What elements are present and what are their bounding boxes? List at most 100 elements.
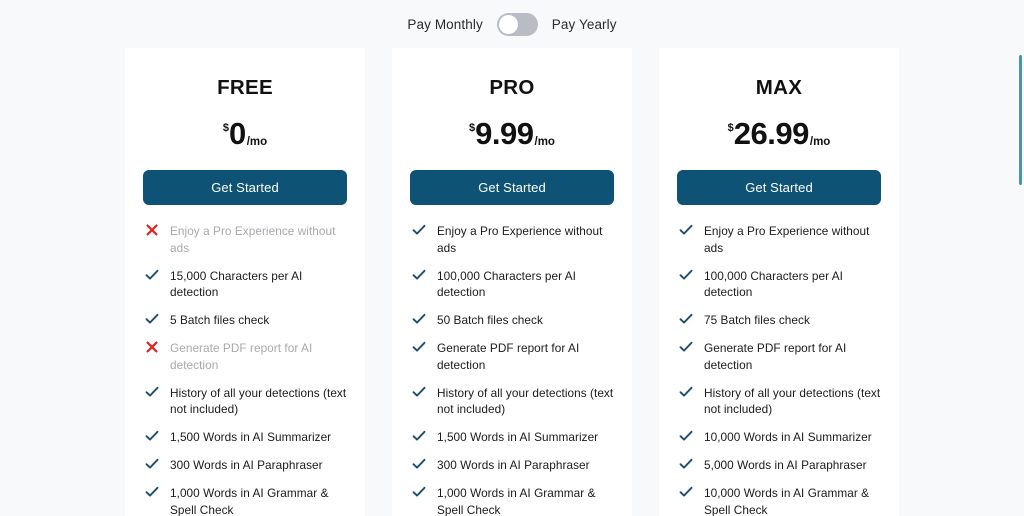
check-icon xyxy=(410,386,428,402)
feature-label: 100,000 Characters per AI detection xyxy=(704,268,843,300)
plan-name: FREE xyxy=(217,76,273,99)
feature-item: History of all your detections (text not… xyxy=(677,385,881,419)
feature-label: 100,000 Characters per AI detection xyxy=(437,268,576,300)
billing-monthly-label[interactable]: Pay Monthly xyxy=(407,17,482,32)
feature-label: 1,500 Words in AI Summarizer xyxy=(170,430,332,444)
feature-label: History of all your detections (text not… xyxy=(437,385,614,417)
feature-item: 5,000 Words in AI Paraphraser xyxy=(677,457,881,474)
page-scrollbar[interactable] xyxy=(1017,0,1024,516)
feature-label: 50 Batch files check xyxy=(437,313,543,327)
price-period: /mo xyxy=(246,136,268,148)
price-amount: 9.99 xyxy=(475,116,534,151)
check-icon xyxy=(143,458,161,474)
get-started-button[interactable]: Get Started xyxy=(677,170,881,205)
price-period: /mo xyxy=(809,136,831,148)
feature-list: Enjoy a Pro Experience without ads 15,000… xyxy=(143,223,347,516)
feature-item: Enjoy a Pro Experience without ads xyxy=(143,223,347,257)
check-icon xyxy=(410,430,428,446)
get-started-button[interactable]: Get Started xyxy=(143,170,347,205)
feature-label: 15,000 Characters per AI detection xyxy=(170,268,303,300)
feature-item: 10,000 Words in AI Grammar & Spell Check xyxy=(677,485,881,516)
feature-label: 300 Words in AI Paraphraser xyxy=(437,458,590,472)
price-amount: 26.99 xyxy=(733,116,810,151)
feature-label: History of all your detections (text not… xyxy=(704,385,881,417)
feature-item: 15,000 Characters per AI detection xyxy=(143,268,347,302)
feature-item: Generate PDF report for AI detection xyxy=(677,340,881,374)
price-amount: 0 xyxy=(228,116,246,151)
feature-item: Enjoy a Pro Experience without ads xyxy=(410,223,614,257)
billing-period-toggle[interactable] xyxy=(496,12,538,36)
check-icon xyxy=(143,269,161,285)
pricing-card-pro: PRO $9.99/mo Get Started Enjoy a Pro Experi… xyxy=(392,48,632,516)
feature-item: 1,500 Words in AI Summarizer xyxy=(410,429,614,446)
toggle-knob xyxy=(498,14,518,34)
feature-item: History of all your detections (text not… xyxy=(410,385,614,419)
feature-label: 300 Words in AI Paraphraser xyxy=(170,458,323,472)
pricing-card-max: MAX $26.99/mo Get Started Enjoy a Pro Exper… xyxy=(659,48,899,516)
check-icon xyxy=(410,269,428,285)
check-icon xyxy=(677,386,695,402)
pricing-cards: FREE $0/mo Get Started Enjoy a Pro Experien… xyxy=(0,48,1024,516)
feature-label: 1,500 Words in AI Summarizer xyxy=(437,430,599,444)
feature-label: 1,000 Words in AI Grammar & Spell Check xyxy=(437,486,596,516)
feature-label: Enjoy a Pro Experience without ads xyxy=(170,224,336,255)
check-icon xyxy=(143,386,161,402)
feature-item: 100,000 Characters per AI detection xyxy=(410,268,614,302)
feature-label: 1,000 Words in AI Grammar & Spell Check xyxy=(170,486,329,516)
plan-price: $0/mo xyxy=(143,116,347,152)
check-icon xyxy=(410,486,428,502)
feature-item: 75 Batch files check xyxy=(677,312,881,329)
feature-item: History of all your detections (text not… xyxy=(143,385,347,419)
feature-item: 100,000 Characters per AI detection xyxy=(677,268,881,302)
check-icon xyxy=(410,313,428,329)
check-icon xyxy=(410,224,428,240)
pricing-card-free: FREE $0/mo Get Started Enjoy a Pro Experien… xyxy=(125,48,365,516)
feature-label: 10,000 Words in AI Grammar & Spell Check xyxy=(704,486,870,516)
feature-item: Enjoy a Pro Experience without ads xyxy=(677,223,881,257)
feature-item: 300 Words in AI Paraphraser xyxy=(410,457,614,474)
feature-item: 1,500 Words in AI Summarizer xyxy=(143,429,347,446)
check-icon xyxy=(410,341,428,357)
feature-label: 5 Batch files check xyxy=(170,313,270,327)
get-started-button[interactable]: Get Started xyxy=(410,170,614,205)
feature-label: Generate PDF report for AI detection xyxy=(170,341,313,372)
feature-item: 1,000 Words in AI Grammar & Spell Check xyxy=(143,485,347,516)
feature-item: 300 Words in AI Paraphraser xyxy=(143,457,347,474)
feature-label: 10,000 Words in AI Summarizer xyxy=(704,430,872,444)
feature-label: 5,000 Words in AI Paraphraser xyxy=(704,458,867,472)
check-icon xyxy=(677,341,695,357)
feature-item: 10,000 Words in AI Summarizer xyxy=(677,429,881,446)
feature-label: 75 Batch files check xyxy=(704,313,810,327)
feature-label: Generate PDF report for AI detection xyxy=(437,341,580,372)
feature-item: 50 Batch files check xyxy=(410,312,614,329)
feature-label: History of all your detections (text not… xyxy=(170,385,347,417)
feature-item: Generate PDF report for AI detection xyxy=(410,340,614,374)
plan-price: $26.99/mo xyxy=(677,116,881,152)
check-icon xyxy=(143,486,161,502)
check-icon xyxy=(677,430,695,446)
cross-icon xyxy=(143,224,161,240)
plan-name: PRO xyxy=(489,76,535,99)
check-icon xyxy=(677,313,695,329)
feature-list: Enjoy a Pro Experience without ads 100,00… xyxy=(410,223,614,516)
feature-item: 1,000 Words in AI Grammar & Spell Check xyxy=(410,485,614,516)
feature-list: Enjoy a Pro Experience without ads 100,00… xyxy=(677,223,881,516)
billing-toggle-row: Pay Monthly Pay Yearly xyxy=(0,0,1024,48)
feature-item: 5 Batch files check xyxy=(143,312,347,329)
check-icon xyxy=(677,458,695,474)
check-icon xyxy=(410,458,428,474)
feature-label: Enjoy a Pro Experience without ads xyxy=(704,224,870,255)
cross-icon xyxy=(143,341,161,357)
feature-item: Generate PDF report for AI detection xyxy=(143,340,347,374)
plan-price: $9.99/mo xyxy=(410,116,614,152)
feature-label: Generate PDF report for AI detection xyxy=(704,341,847,372)
plan-name: MAX xyxy=(755,76,803,99)
check-icon xyxy=(143,313,161,329)
price-period: /mo xyxy=(534,136,555,148)
feature-label: Enjoy a Pro Experience without ads xyxy=(437,224,603,255)
check-icon xyxy=(143,430,161,446)
billing-yearly-label[interactable]: Pay Yearly xyxy=(552,17,617,32)
check-icon xyxy=(677,269,695,285)
scrollbar-thumb[interactable] xyxy=(1019,55,1022,185)
check-icon xyxy=(677,224,695,240)
